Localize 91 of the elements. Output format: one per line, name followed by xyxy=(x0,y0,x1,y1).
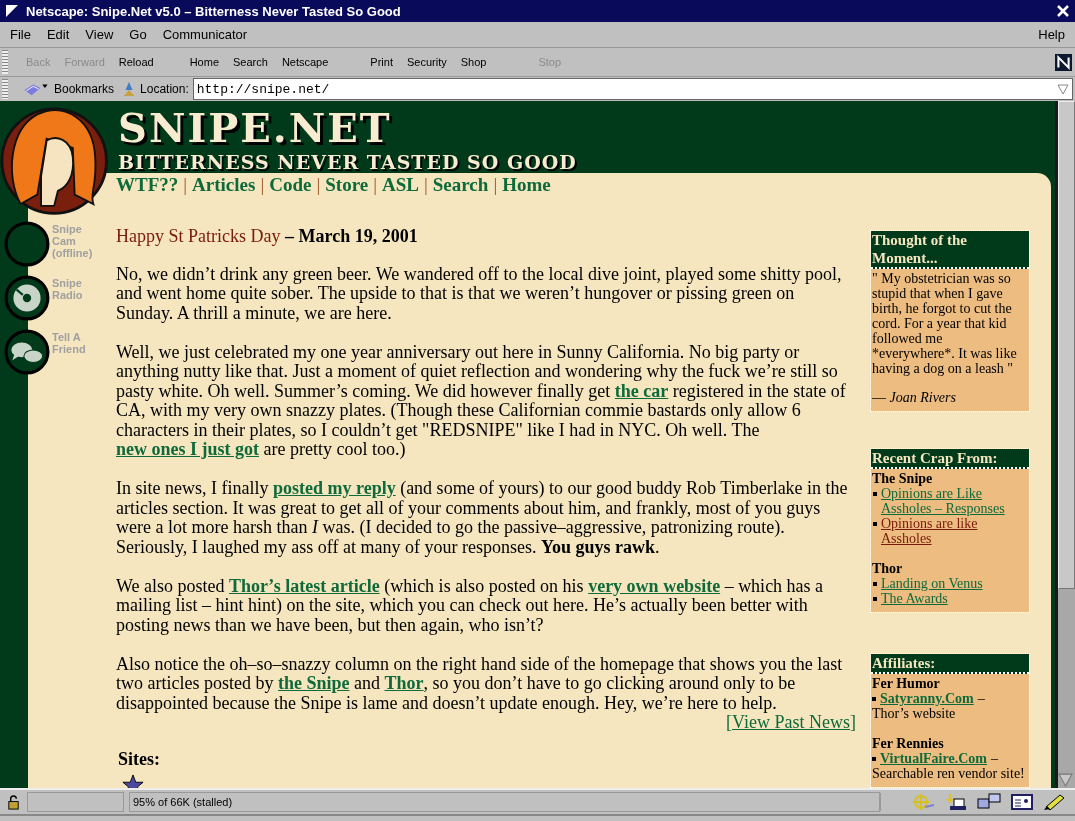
toolbar-button[interactable]: Search xyxy=(229,56,272,68)
menu-item[interactable]: Communicator xyxy=(162,27,248,42)
camera-off-icon[interactable] xyxy=(4,221,50,267)
group-heading: The Snipe xyxy=(872,471,934,486)
menu-item[interactable]: Go xyxy=(129,27,147,42)
scrollbar-thumb[interactable] xyxy=(1058,101,1075,589)
lock-icon[interactable] xyxy=(6,794,21,810)
nav-link[interactable]: Home xyxy=(502,174,551,196)
toolbar-button[interactable]: Print xyxy=(366,56,397,68)
toolbar-button[interactable]: Security xyxy=(403,56,451,68)
nav-link[interactable]: Code xyxy=(269,174,312,196)
box-title: Recent Crap From: xyxy=(871,449,1029,469)
toolbar-button[interactable]: Reload xyxy=(114,56,158,68)
view-past-news-link[interactable]: [View Past News] xyxy=(726,712,856,732)
bullet-icon xyxy=(873,597,877,601)
speech-bubbles-icon[interactable] xyxy=(4,329,50,375)
nav-separator: | xyxy=(423,174,428,196)
address-card-icon[interactable] xyxy=(1010,793,1034,811)
link[interactable]: the car xyxy=(614,380,669,401)
article-link[interactable]: Landing on Venus xyxy=(881,576,983,591)
chat-icon[interactable] xyxy=(977,793,1001,811)
paragraph: We also posted Thor’s latest article (which is also posted on his very own website – which has a mailing list – hint hint) on the site, which you can check out here. He’s actually been better with posting news than we have been, but then again, who isn’t? xyxy=(116,576,825,635)
nav-separator: | xyxy=(373,174,377,196)
url-field[interactable]: http://snipe.net/ xyxy=(192,78,1073,100)
menu-item[interactable]: View xyxy=(85,27,114,42)
disc-icon[interactable] xyxy=(4,275,50,321)
quote-author: –– Joan Rivers xyxy=(872,390,957,405)
toolbar-grip[interactable] xyxy=(2,79,8,99)
nav-link[interactable]: Store xyxy=(325,174,369,196)
box-title: Thought of the Moment... xyxy=(871,231,1029,269)
dropdown-icon[interactable] xyxy=(1057,83,1069,95)
status-text: 95% of 66K (stalled) xyxy=(129,792,880,812)
nav-separator: | xyxy=(183,174,188,196)
menu-item[interactable]: File xyxy=(10,27,31,42)
window-menu-icon[interactable] xyxy=(4,3,20,19)
group-heading: Fer Rennies xyxy=(872,736,945,751)
bullet-icon xyxy=(872,696,876,701)
nav-link[interactable]: Articles xyxy=(192,174,256,196)
affiliate-description: Searchable ren vendor site! xyxy=(872,766,1026,781)
box-title: Affiliates: xyxy=(871,654,1029,674)
paragraph: Also notice the oh–so–snazzy column on the right hand side of the homepage that shows you the last two articles posted by the Snipe and Thor, so you don’t have to go clicking around only to be disappointed because the Snipe is lame and doesn’t update enough. Hey, we’re here to help. xyxy=(116,654,844,713)
toolbar-grip[interactable] xyxy=(2,50,8,74)
link[interactable]: very own website xyxy=(588,575,721,596)
nav-link[interactable]: Search xyxy=(432,174,489,196)
nav-separator: | xyxy=(493,174,498,196)
location-label: Location: xyxy=(140,82,189,96)
dash: – xyxy=(990,751,998,766)
article-link[interactable]: Opinions are Like Assholes – Responses xyxy=(881,486,1028,516)
netscape-logo-icon xyxy=(1055,53,1072,71)
site-tagline: BITTERNESS NEVER TASTED SO GOOD xyxy=(118,151,577,173)
window-title: Netscape: Snipe.Net v5.0 – Bitterness Never Tasted So Good xyxy=(26,3,401,19)
inbox-icon[interactable] xyxy=(944,793,968,811)
close-icon[interactable] xyxy=(1055,3,1071,19)
affiliate-link[interactable]: Satyranny.Com xyxy=(880,691,974,706)
link[interactable]: new ones I just got xyxy=(116,439,259,459)
article-link[interactable]: The Awards xyxy=(881,591,948,606)
bullet-icon xyxy=(873,522,877,526)
group-heading: Fer Humor xyxy=(872,676,941,691)
link[interactable]: the Snipe xyxy=(277,673,350,693)
link[interactable]: Thor’s latest article xyxy=(229,575,380,596)
toolbar-button[interactable]: Shop xyxy=(456,56,491,68)
paragraph: No, we didn’t drink any green beer. We wandered off to the local dive joint, played some shitty pool, and went home quite sober. The upside to that is that we weren’t hungover or pissing green on Sunday. A thrill a minute, we are here. xyxy=(116,264,843,323)
pen-icon[interactable] xyxy=(1043,793,1067,811)
bullet-icon xyxy=(873,582,877,586)
nav-link[interactable]: WTF?? xyxy=(116,174,179,196)
site-logo[interactable]: SNIPE.NET xyxy=(118,107,392,149)
link[interactable]: Thor xyxy=(384,673,424,693)
article-link[interactable]: Opinions are like Assholes xyxy=(881,516,1028,546)
paragraph: Well, we just celebrated my one year anniversary out here in Sunny California. No big party or anything nutty like that. Just a moment of quiet reflection and wondering why the fuck we’re still so pasty white. Oh well. Summer’s coming. We did however finally get the car registered in the state of CA, with my very own snazzy plates. (Though these Californian commie bastards only allow 6 characters in their plates, so I couldn’t get "REDSNIPE" like I had in NYC. Oh well. The new ones I just got are pretty cool too.) xyxy=(116,342,847,460)
dash: – xyxy=(977,691,985,706)
bookmarks-button[interactable]: Bookmarks xyxy=(54,82,115,96)
post-date: – March 19, 2001 xyxy=(285,226,418,246)
menu-item[interactable]: Edit xyxy=(46,27,70,42)
group-heading: Thor xyxy=(872,561,904,576)
toolbar-button[interactable]: Netscape xyxy=(277,56,333,68)
nav-separator: | xyxy=(316,174,321,196)
location-icon xyxy=(122,81,137,97)
nav-separator: | xyxy=(260,174,265,196)
affiliate-link[interactable]: VirtualFaire.Com xyxy=(880,751,987,766)
nav-link[interactable]: ASL xyxy=(382,174,419,196)
bullet-icon xyxy=(873,492,877,496)
affiliate-description: Thor’s website xyxy=(872,706,957,721)
paragraph: In site news, I finally posted my reply (and some of yours) to our good buddy Rob Timberlake in the articles section. It was great to get all of your comments about him, and frankly, most of you guys were a lot more harsh than I was. (I decided to go the passive–aggressive, patronizing route). Seriously, I laughed my ass off at many of your responses. You guys rawk. xyxy=(116,479,849,557)
scroll-down-icon[interactable] xyxy=(1058,772,1073,787)
menu-item[interactable]: Help xyxy=(1038,27,1065,42)
post-title: Happy St Patricks Day xyxy=(116,226,281,246)
bullet-icon xyxy=(872,756,876,761)
link[interactable]: posted my reply xyxy=(272,478,396,498)
toolbar-button[interactable]: Home xyxy=(185,56,223,68)
sites-heading: Sites: xyxy=(118,750,161,770)
quote-text: " My obstetrician was so stupid that when I gave birth, he forgot to cut the cord. For a year that kid followed me *everywhere*. It was like having a dog on a leash " xyxy=(872,271,1018,376)
